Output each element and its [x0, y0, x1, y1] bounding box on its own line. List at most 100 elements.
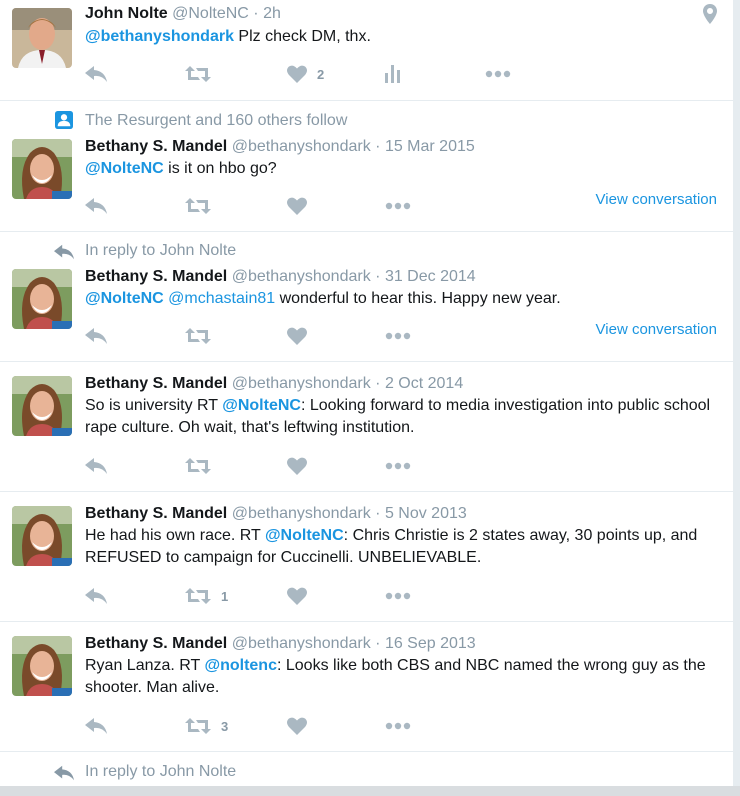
retweet-button[interactable] — [185, 195, 211, 217]
author-name[interactable]: John Nolte — [85, 5, 168, 22]
author-handle[interactable]: @NolteNC — [172, 5, 249, 22]
avatar-bethany-mandel[interactable] — [12, 139, 72, 199]
retweet-button[interactable] — [185, 63, 211, 85]
partial-tweet[interactable]: In reply to John Nolte — [0, 752, 733, 786]
heart-icon — [287, 457, 307, 475]
mention-link[interactable]: @mchastain81 — [168, 290, 275, 307]
retweet-icon — [185, 458, 211, 474]
reply-context[interactable]: In reply to John Nolte — [85, 762, 236, 782]
tweet-text: @NolteNC is it on hbo go? — [85, 158, 725, 180]
tweet-actions: 1 — [85, 585, 545, 607]
retweet-icon — [185, 198, 211, 214]
reply-context[interactable]: In reply to John Nolte — [85, 241, 236, 261]
reply-button[interactable] — [85, 325, 107, 347]
avatar-bethany-mandel[interactable] — [12, 506, 72, 566]
view-conversation-link[interactable]: View conversation — [596, 321, 717, 338]
like-button[interactable] — [287, 715, 307, 737]
timestamp[interactable]: 15 Mar 2015 — [385, 138, 475, 155]
author-name[interactable]: Bethany S. Mandel — [85, 635, 227, 652]
more-icon — [385, 202, 411, 210]
separator: · — [375, 375, 381, 392]
like-button[interactable] — [287, 455, 307, 477]
retweet-button[interactable] — [185, 325, 211, 347]
author-name[interactable]: Bethany S. Mandel — [85, 268, 227, 285]
reply-context-icon — [54, 244, 74, 260]
timestamp[interactable]: 2h — [263, 5, 281, 22]
retweet-button[interactable]: 1 — [185, 585, 228, 607]
tweet-text: @NolteNC @mchastain81 wonderful to hear … — [85, 288, 725, 310]
reply-button[interactable] — [85, 455, 107, 477]
more-icon — [385, 722, 411, 730]
mention-link[interactable]: @NolteNC — [222, 397, 301, 414]
more-button[interactable] — [385, 325, 411, 347]
separator: · — [375, 635, 381, 652]
author-handle[interactable]: @bethanyshondark — [232, 268, 371, 285]
timestamp[interactable]: 16 Sep 2013 — [385, 635, 476, 652]
retweet-button[interactable] — [185, 455, 211, 477]
more-button[interactable] — [385, 715, 411, 737]
reply-icon — [85, 66, 107, 82]
social-context[interactable]: The Resurgent and 160 others follow — [85, 111, 347, 131]
avatar-bethany-mandel[interactable] — [12, 269, 72, 329]
tweet[interactable]: Bethany S. Mandel @bethanyshondark · 2 O… — [0, 362, 733, 492]
author-name[interactable]: Bethany S. Mandel — [85, 375, 227, 392]
tweet[interactable]: In reply to John Nolte Bethany S. Mandel… — [0, 232, 733, 362]
author-handle[interactable]: @bethanyshondark — [232, 138, 371, 155]
like-button[interactable] — [287, 325, 307, 347]
tweet-text-prefix: Ryan Lanza. RT — [85, 657, 205, 674]
separator: · — [253, 5, 259, 22]
author-handle[interactable]: @bethanyshondark — [232, 375, 371, 392]
avatar-john-nolte[interactable] — [12, 8, 72, 68]
view-conversation-link[interactable]: View conversation — [596, 191, 717, 208]
reply-button[interactable] — [85, 585, 107, 607]
analytics-button[interactable] — [385, 63, 401, 85]
reply-button[interactable] — [85, 63, 107, 85]
author-name[interactable]: Bethany S. Mandel — [85, 138, 227, 155]
author-name[interactable]: Bethany S. Mandel — [85, 505, 227, 522]
reply-button[interactable] — [85, 715, 107, 737]
separator: · — [375, 138, 381, 155]
mention-link[interactable]: @NolteNC — [85, 160, 164, 177]
like-button[interactable] — [287, 585, 307, 607]
tweet[interactable]: Bethany S. Mandel @bethanyshondark · 16 … — [0, 622, 733, 752]
bottom-scrollbar[interactable] — [0, 786, 740, 796]
tweet-text: So is university RT @NolteNC: Looking fo… — [85, 395, 725, 439]
timestamp[interactable]: 2 Oct 2014 — [385, 375, 463, 392]
location-pin-icon[interactable] — [703, 4, 717, 24]
more-button[interactable] — [485, 63, 511, 85]
author-handle[interactable]: @bethanyshondark — [232, 635, 371, 652]
reply-button[interactable] — [85, 195, 107, 217]
like-button[interactable]: 2 — [287, 63, 324, 85]
more-button[interactable] — [385, 585, 411, 607]
heart-icon — [287, 587, 307, 605]
avatar-bethany-mandel[interactable] — [12, 636, 72, 696]
like-button[interactable] — [287, 195, 307, 217]
author-handle[interactable]: @bethanyshondark — [232, 505, 371, 522]
tweet[interactable]: The Resurgent and 160 others follow Beth… — [0, 101, 733, 232]
tweet-text: He had his own race. RT @NolteNC: Chris … — [85, 525, 725, 569]
heart-icon — [287, 65, 307, 83]
mention-link[interactable]: @NolteNC — [85, 290, 164, 307]
separator: · — [375, 505, 381, 522]
tweet[interactable]: Bethany S. Mandel @bethanyshondark · 5 N… — [0, 492, 733, 622]
timestamp[interactable]: 31 Dec 2014 — [385, 268, 476, 285]
tweet[interactable]: John Nolte @NolteNC · 2h @bethanyshondar… — [0, 0, 733, 101]
tweet-header: Bethany S. Mandel @bethanyshondark · 2 O… — [85, 374, 463, 394]
more-icon — [485, 70, 511, 78]
reply-icon — [85, 198, 107, 214]
tweet-header: John Nolte @NolteNC · 2h — [85, 4, 281, 24]
tweet-actions — [85, 195, 545, 217]
more-button[interactable] — [385, 195, 411, 217]
scroll-edge — [733, 0, 740, 786]
retweet-count: 3 — [221, 718, 229, 734]
more-button[interactable] — [385, 455, 411, 477]
avatar-bethany-mandel[interactable] — [12, 376, 72, 436]
tweet-text: Ryan Lanza. RT @noltenc: Looks like both… — [85, 655, 725, 699]
retweet-button[interactable]: 3 — [185, 715, 228, 737]
retweet-icon — [185, 328, 211, 344]
mention-link[interactable]: @NolteNC — [265, 527, 344, 544]
mention-link[interactable]: @noltenc — [204, 657, 277, 674]
tweet-feed: John Nolte @NolteNC · 2h @bethanyshondar… — [0, 0, 733, 786]
timestamp[interactable]: 5 Nov 2013 — [385, 505, 467, 522]
mention-link[interactable]: @bethanyshondark — [85, 28, 234, 45]
